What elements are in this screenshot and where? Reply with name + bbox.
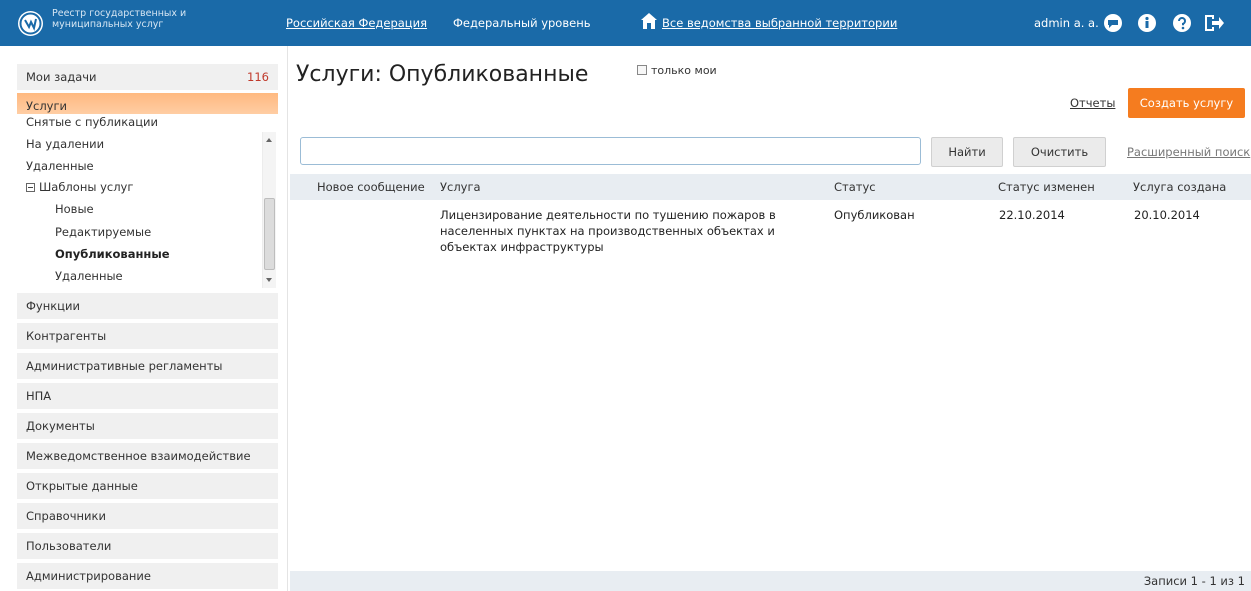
sidebar-item-directories[interactable]: Справочники <box>17 503 278 529</box>
create-service-button[interactable]: Создать услугу <box>1128 88 1245 118</box>
scroll-thumb[interactable] <box>264 198 275 270</box>
help-icon[interactable] <box>1172 13 1192 33</box>
submenu-scrollbar[interactable] <box>262 132 276 288</box>
search-input[interactable] <box>300 137 921 165</box>
sidebar-item-interagency[interactable]: Межведомственное взаимодействие <box>17 443 278 469</box>
submenu-item-on-deletion[interactable]: На удалении <box>26 137 104 151</box>
sidebar-item-label: Услуги <box>26 99 68 113</box>
logo-icon[interactable] <box>18 11 43 36</box>
sidebar-item-label: Мои задачи <box>26 70 97 84</box>
submenu-templates-label: Шаблоны услуг <box>39 180 134 194</box>
services-submenu: Снятые с публикации На удалении Удаленны… <box>17 114 278 290</box>
chat-icon[interactable] <box>1103 13 1123 33</box>
column-header-status-changed[interactable]: Статус изменен <box>998 180 1095 194</box>
sidebar-item-npa[interactable]: НПА <box>17 383 278 409</box>
submenu-item-tpl-new[interactable]: Новые <box>55 202 94 216</box>
find-button[interactable]: Найти <box>931 137 1003 167</box>
records-count: Записи 1 - 1 из 1 <box>1143 574 1245 588</box>
submenu-item-tpl-deleted[interactable]: Удаленные <box>55 269 123 283</box>
only-mine-checkbox[interactable]: только мои <box>637 64 717 77</box>
table-header: Новое сообщение Услуга Статус Статус изм… <box>290 174 1251 200</box>
cell-service[interactable]: Лицензирование деятельности по тушению п… <box>440 207 780 255</box>
submenu-item-tpl-published[interactable]: Опубликованные <box>55 247 170 261</box>
sidebar-item-counterparties[interactable]: Контрагенты <box>17 323 278 349</box>
checkbox-box[interactable] <box>637 65 647 75</box>
home-icon[interactable] <box>640 12 658 30</box>
sidebar-item-open-data[interactable]: Открытые данные <box>17 473 278 499</box>
user-name[interactable]: admin a. a. <box>1034 16 1099 30</box>
column-header-new-message[interactable]: Новое сообщение <box>317 180 425 194</box>
top-bar: Реестр государственных и муниципальных у… <box>0 0 1251 46</box>
sidebar-item-administration[interactable]: Администрирование <box>17 563 278 589</box>
cell-status-changed: 22.10.2014 <box>999 208 1065 222</box>
logo-text: Реестр государственных и муниципальных у… <box>52 8 187 30</box>
agencies-link[interactable]: Все ведомства выбранной территории <box>662 16 897 30</box>
reports-link[interactable]: Отчеты <box>1070 96 1115 110</box>
logout-icon[interactable] <box>1203 13 1224 33</box>
scroll-down-icon[interactable] <box>266 278 272 282</box>
submenu-item-tpl-editing[interactable]: Редактируемые <box>55 225 151 239</box>
tasks-count-badge: 116 <box>247 70 269 84</box>
advanced-search-link[interactable]: Расширенный поиск <box>1127 145 1250 159</box>
submenu-item-unpublished[interactable]: Снятые с публикации <box>26 115 158 129</box>
column-header-status[interactable]: Статус <box>834 180 876 194</box>
only-mine-label: только мои <box>651 64 717 77</box>
cell-created: 20.10.2014 <box>1134 208 1200 222</box>
collapse-icon[interactable] <box>26 183 35 192</box>
submenu-item-deleted[interactable]: Удаленные <box>26 159 94 173</box>
sidebar-item-regulations[interactable]: Административные регламенты <box>17 353 278 379</box>
column-header-created[interactable]: Услуга создана <box>1133 180 1226 194</box>
table-footer: Записи 1 - 1 из 1 <box>290 571 1251 591</box>
page-title: Услуги: Опубликованные <box>296 62 589 87</box>
submenu-item-templates[interactable]: Шаблоны услуг <box>26 180 133 194</box>
column-header-service[interactable]: Услуга <box>440 180 481 194</box>
info-icon[interactable] <box>1137 13 1157 33</box>
territory-link[interactable]: Российская Федерация <box>286 16 427 30</box>
sidebar-item-users[interactable]: Пользователи <box>17 533 278 559</box>
scroll-up-icon[interactable] <box>266 138 272 142</box>
level-label[interactable]: Федеральный уровень <box>453 16 591 30</box>
sidebar-item-my-tasks[interactable]: Мои задачи 116 <box>17 64 278 90</box>
sidebar-item-documents[interactable]: Документы <box>17 413 278 439</box>
sidebar-item-functions[interactable]: Функции <box>17 293 278 319</box>
cell-status: Опубликован <box>834 208 915 222</box>
clear-button[interactable]: Очистить <box>1013 137 1106 167</box>
